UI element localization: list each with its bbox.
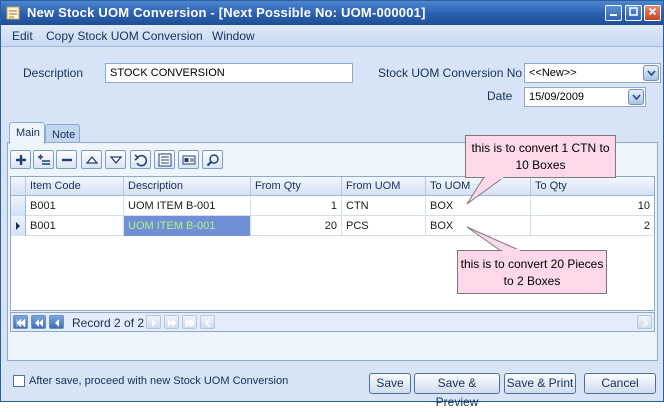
previous-page-icon [35,319,43,327]
cell-from-qty[interactable]: 1 [251,196,342,216]
save-print-button[interactable]: Save & Print [504,373,576,394]
cell-item-code[interactable]: B001 [26,216,124,236]
list-icon [158,153,172,167]
move-up-icon [85,155,99,164]
insert-row-icon [38,154,50,165]
next-record-button[interactable] [146,315,161,329]
close-button[interactable] [644,5,661,21]
conversion-window: New Stock UOM Conversion - [Next Possibl… [0,0,664,409]
callout-second-conversion: this is to convert 20 Pieces to 2 Boxes [457,250,607,294]
column-header-item-code[interactable]: Item Code [26,177,124,196]
minimize-button[interactable] [605,5,622,21]
next-record-icon [152,319,156,327]
save-preview-button[interactable]: Save & Preview [414,373,500,409]
cell-to-uom[interactable]: BOX [426,216,531,236]
next-page-button[interactable] [164,315,179,329]
grid-header-corner [11,177,26,196]
grid-header: Item Code Description From Qty From UOM … [11,177,654,196]
table-row[interactable]: B001 UOM ITEM B-001 1 CTN BOX 10 [11,196,654,216]
close-icon [648,7,657,16]
column-header-description[interactable]: Description [124,177,251,196]
row-selector-current[interactable] [11,216,26,236]
last-record-icon [185,319,195,327]
cell-from-qty[interactable]: 20 [251,216,342,236]
date-dropdown-button[interactable] [628,89,644,105]
menu-copy-stock-uom-conversion[interactable]: Copy Stock UOM Conversion [46,29,203,43]
maximize-icon [629,7,638,16]
menu-window[interactable]: Window [212,29,255,43]
undo-button[interactable] [130,150,151,169]
search-button[interactable] [202,150,223,169]
last-record-button[interactable] [182,315,197,329]
description-label: Description [23,66,84,80]
menu-bar: Edit Copy Stock UOM Conversion Window [1,25,663,47]
title-bar[interactable]: New Stock UOM Conversion - [Next Possibl… [1,1,663,25]
first-record-icon [16,319,26,327]
column-header-to-qty[interactable]: To Qty [531,177,654,196]
table-row[interactable]: B001 UOM ITEM B-001 20 PCS BOX 2 [11,216,654,236]
add-row-icon [16,155,26,165]
date-field[interactable]: 15/09/2009 [524,87,646,107]
conversion-no-label: Stock UOM Conversion No [378,66,523,80]
conversion-no-combo[interactable]: <<New>> [524,63,661,83]
cell-from-uom[interactable]: CTN [342,196,426,216]
date-value: 15/09/2009 [529,91,585,103]
tab-note[interactable]: Note [45,124,80,144]
scroll-right-icon [642,319,649,327]
maximize-button[interactable] [625,5,642,21]
chevron-down-icon [647,70,656,77]
cell-to-qty[interactable]: 2 [531,216,654,236]
column-header-from-qty[interactable]: From Qty [251,177,342,196]
column-header-to-uom[interactable]: To UOM [426,177,531,196]
save-button[interactable]: Save [369,373,411,394]
column-header-from-uom[interactable]: From UOM [342,177,426,196]
scroll-right-button[interactable] [637,315,652,329]
minimize-icon [610,14,617,16]
cell-to-qty[interactable]: 10 [531,196,654,216]
cell-to-uom[interactable]: BOX [426,196,531,216]
description-field[interactable]: STOCK CONVERSION [105,63,353,83]
next-page-icon [168,319,176,327]
proceed-label: After save, proceed with new Stock UOM C… [29,375,289,387]
delete-row-icon [62,158,72,162]
menu-edit[interactable]: Edit [12,29,33,43]
cancel-button[interactable]: Cancel [584,373,656,394]
detail-icon [182,155,196,165]
previous-page-button[interactable] [31,315,46,329]
search-icon [206,154,219,167]
conversion-no-value: <<New>> [529,67,577,79]
row-selector[interactable] [11,196,26,216]
detail-button[interactable] [178,150,199,169]
cancel-edit-icon [204,319,211,327]
chevron-down-icon [632,94,641,101]
list-button[interactable] [154,150,175,169]
current-row-indicator-icon [16,222,20,230]
delete-row-button[interactable] [56,150,77,169]
cell-item-code[interactable]: B001 [26,196,124,216]
move-up-button[interactable] [81,150,102,169]
proceed-checkbox[interactable] [13,375,25,387]
cell-description[interactable]: UOM ITEM B-001 [124,196,251,216]
move-down-button[interactable] [105,150,126,169]
cell-from-uom[interactable]: PCS [342,216,426,236]
previous-record-icon [55,319,59,327]
insert-row-button[interactable] [33,150,54,169]
cancel-edit-button[interactable] [200,315,215,329]
cell-description-selected[interactable]: UOM ITEM B-001 [124,216,251,236]
add-row-button[interactable] [10,150,31,169]
record-position-text: Record 2 of 2 [72,316,145,330]
previous-record-button[interactable] [49,315,64,329]
window-title: New Stock UOM Conversion - [Next Possibl… [27,5,426,20]
first-record-button[interactable] [13,315,28,329]
record-navigator: Record 2 of 2 [10,312,655,332]
callout-first-conversion: this is to convert 1 CTN to 10 Boxes [465,135,616,178]
move-down-icon [109,156,123,165]
date-label: Date [487,89,513,103]
undo-icon [134,154,148,167]
conversion-no-dropdown-button[interactable] [643,65,659,81]
form-icon [6,6,20,20]
tab-main[interactable]: Main [9,122,45,144]
